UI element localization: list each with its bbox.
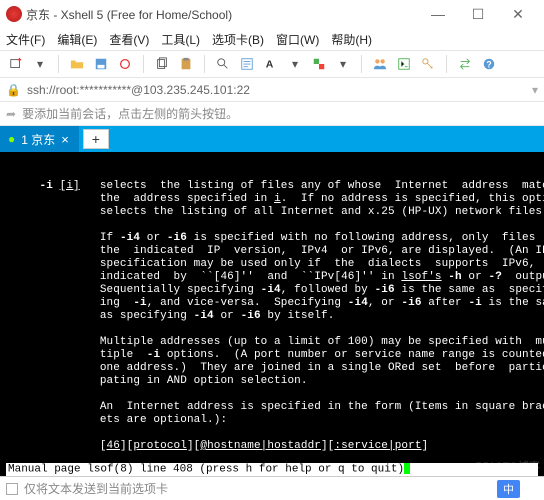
terminal-content: -i [i] selects the listing of files any … (6, 167, 538, 476)
new-session-icon[interactable] (6, 54, 26, 74)
man-page-status: Manual page lsof(8) line 408 (press h fo… (6, 463, 538, 476)
tip-text: 要添加当前会话，点击左侧的箭头按钮。 (22, 105, 238, 122)
window-title: 京东 - Xshell 5 (Free for Home/School) (26, 6, 418, 23)
search-icon[interactable] (213, 54, 233, 74)
menu-tools[interactable]: 工具(L) (161, 31, 200, 48)
copy-icon[interactable] (152, 54, 172, 74)
terminal[interactable]: -i [i] selects the listing of files any … (0, 152, 544, 476)
tab-active[interactable]: ● 1 京东 × (0, 126, 79, 152)
color-icon[interactable] (309, 54, 329, 74)
toolbar-separator (361, 55, 362, 73)
titlebar: 京东 - Xshell 5 (Free for Home/School) — ☐… (0, 0, 544, 28)
svg-text:A: A (266, 59, 274, 71)
tab-bar: ● 1 京东 × + (0, 126, 544, 152)
tab-close-icon[interactable]: × (61, 132, 69, 147)
cursor (404, 463, 410, 474)
tab-add-button[interactable]: + (83, 129, 109, 149)
connection-dropdown-icon[interactable]: ▾ (532, 83, 538, 97)
font-dropdown-icon[interactable]: ▾ (285, 54, 305, 74)
toolbar-separator (204, 55, 205, 73)
properties-icon[interactable] (237, 54, 257, 74)
lock-icon: 🔒 (6, 83, 21, 97)
font-icon[interactable]: A (261, 54, 281, 74)
transfer-icon[interactable] (455, 54, 475, 74)
menu-options[interactable]: 选项卡(B) (212, 31, 264, 48)
send-current-tab-checkbox[interactable] (6, 483, 18, 495)
dropdown-icon[interactable]: ▾ (30, 54, 50, 74)
connection-string[interactable]: ssh://root:***********@103.235.245.101:2… (27, 83, 250, 97)
app-icon (6, 6, 22, 22)
users-icon[interactable] (370, 54, 390, 74)
add-session-icon[interactable]: ➦ (6, 107, 16, 121)
toolbar-separator (446, 55, 447, 73)
close-button[interactable]: ✕ (498, 0, 538, 28)
script-icon[interactable] (394, 54, 414, 74)
input-bar: 仅将文本发送到当前选项卡 (0, 476, 544, 500)
save-icon[interactable] (91, 54, 111, 74)
key-icon[interactable] (418, 54, 438, 74)
tab-status-dot: ● (8, 132, 15, 146)
color-dropdown-icon[interactable]: ▾ (333, 54, 353, 74)
connection-bar: 🔒 ssh://root:***********@103.235.245.101… (0, 78, 544, 102)
minimize-button[interactable]: — (418, 0, 458, 28)
help-icon[interactable]: ? (479, 54, 499, 74)
menu-edit[interactable]: 编辑(E) (57, 31, 97, 48)
window-buttons: — ☐ ✕ (418, 0, 538, 28)
tip-bar: ➦ 要添加当前会话，点击左侧的箭头按钮。 (0, 102, 544, 126)
svg-text:?: ? (486, 60, 491, 70)
input-bar-label: 仅将文本发送到当前选项卡 (24, 480, 168, 497)
reconnect-icon[interactable] (115, 54, 135, 74)
paste-icon[interactable] (176, 54, 196, 74)
toolbar: ▾ A ▾ ▾ ? (0, 50, 544, 78)
maximize-button[interactable]: ☐ (458, 0, 498, 28)
ime-indicator[interactable]: 中 (497, 480, 520, 498)
toolbar-separator (58, 55, 59, 73)
menubar: 文件(F) 编辑(E) 查看(V) 工具(L) 选项卡(B) 窗口(W) 帮助(… (0, 28, 544, 50)
toolbar-separator (143, 55, 144, 73)
menu-file[interactable]: 文件(F) (6, 31, 45, 48)
menu-help[interactable]: 帮助(H) (331, 31, 372, 48)
menu-view[interactable]: 查看(V) (109, 31, 149, 48)
tab-label: 1 京东 (21, 131, 55, 148)
menu-window[interactable]: 窗口(W) (276, 31, 319, 48)
folder-icon[interactable] (67, 54, 87, 74)
